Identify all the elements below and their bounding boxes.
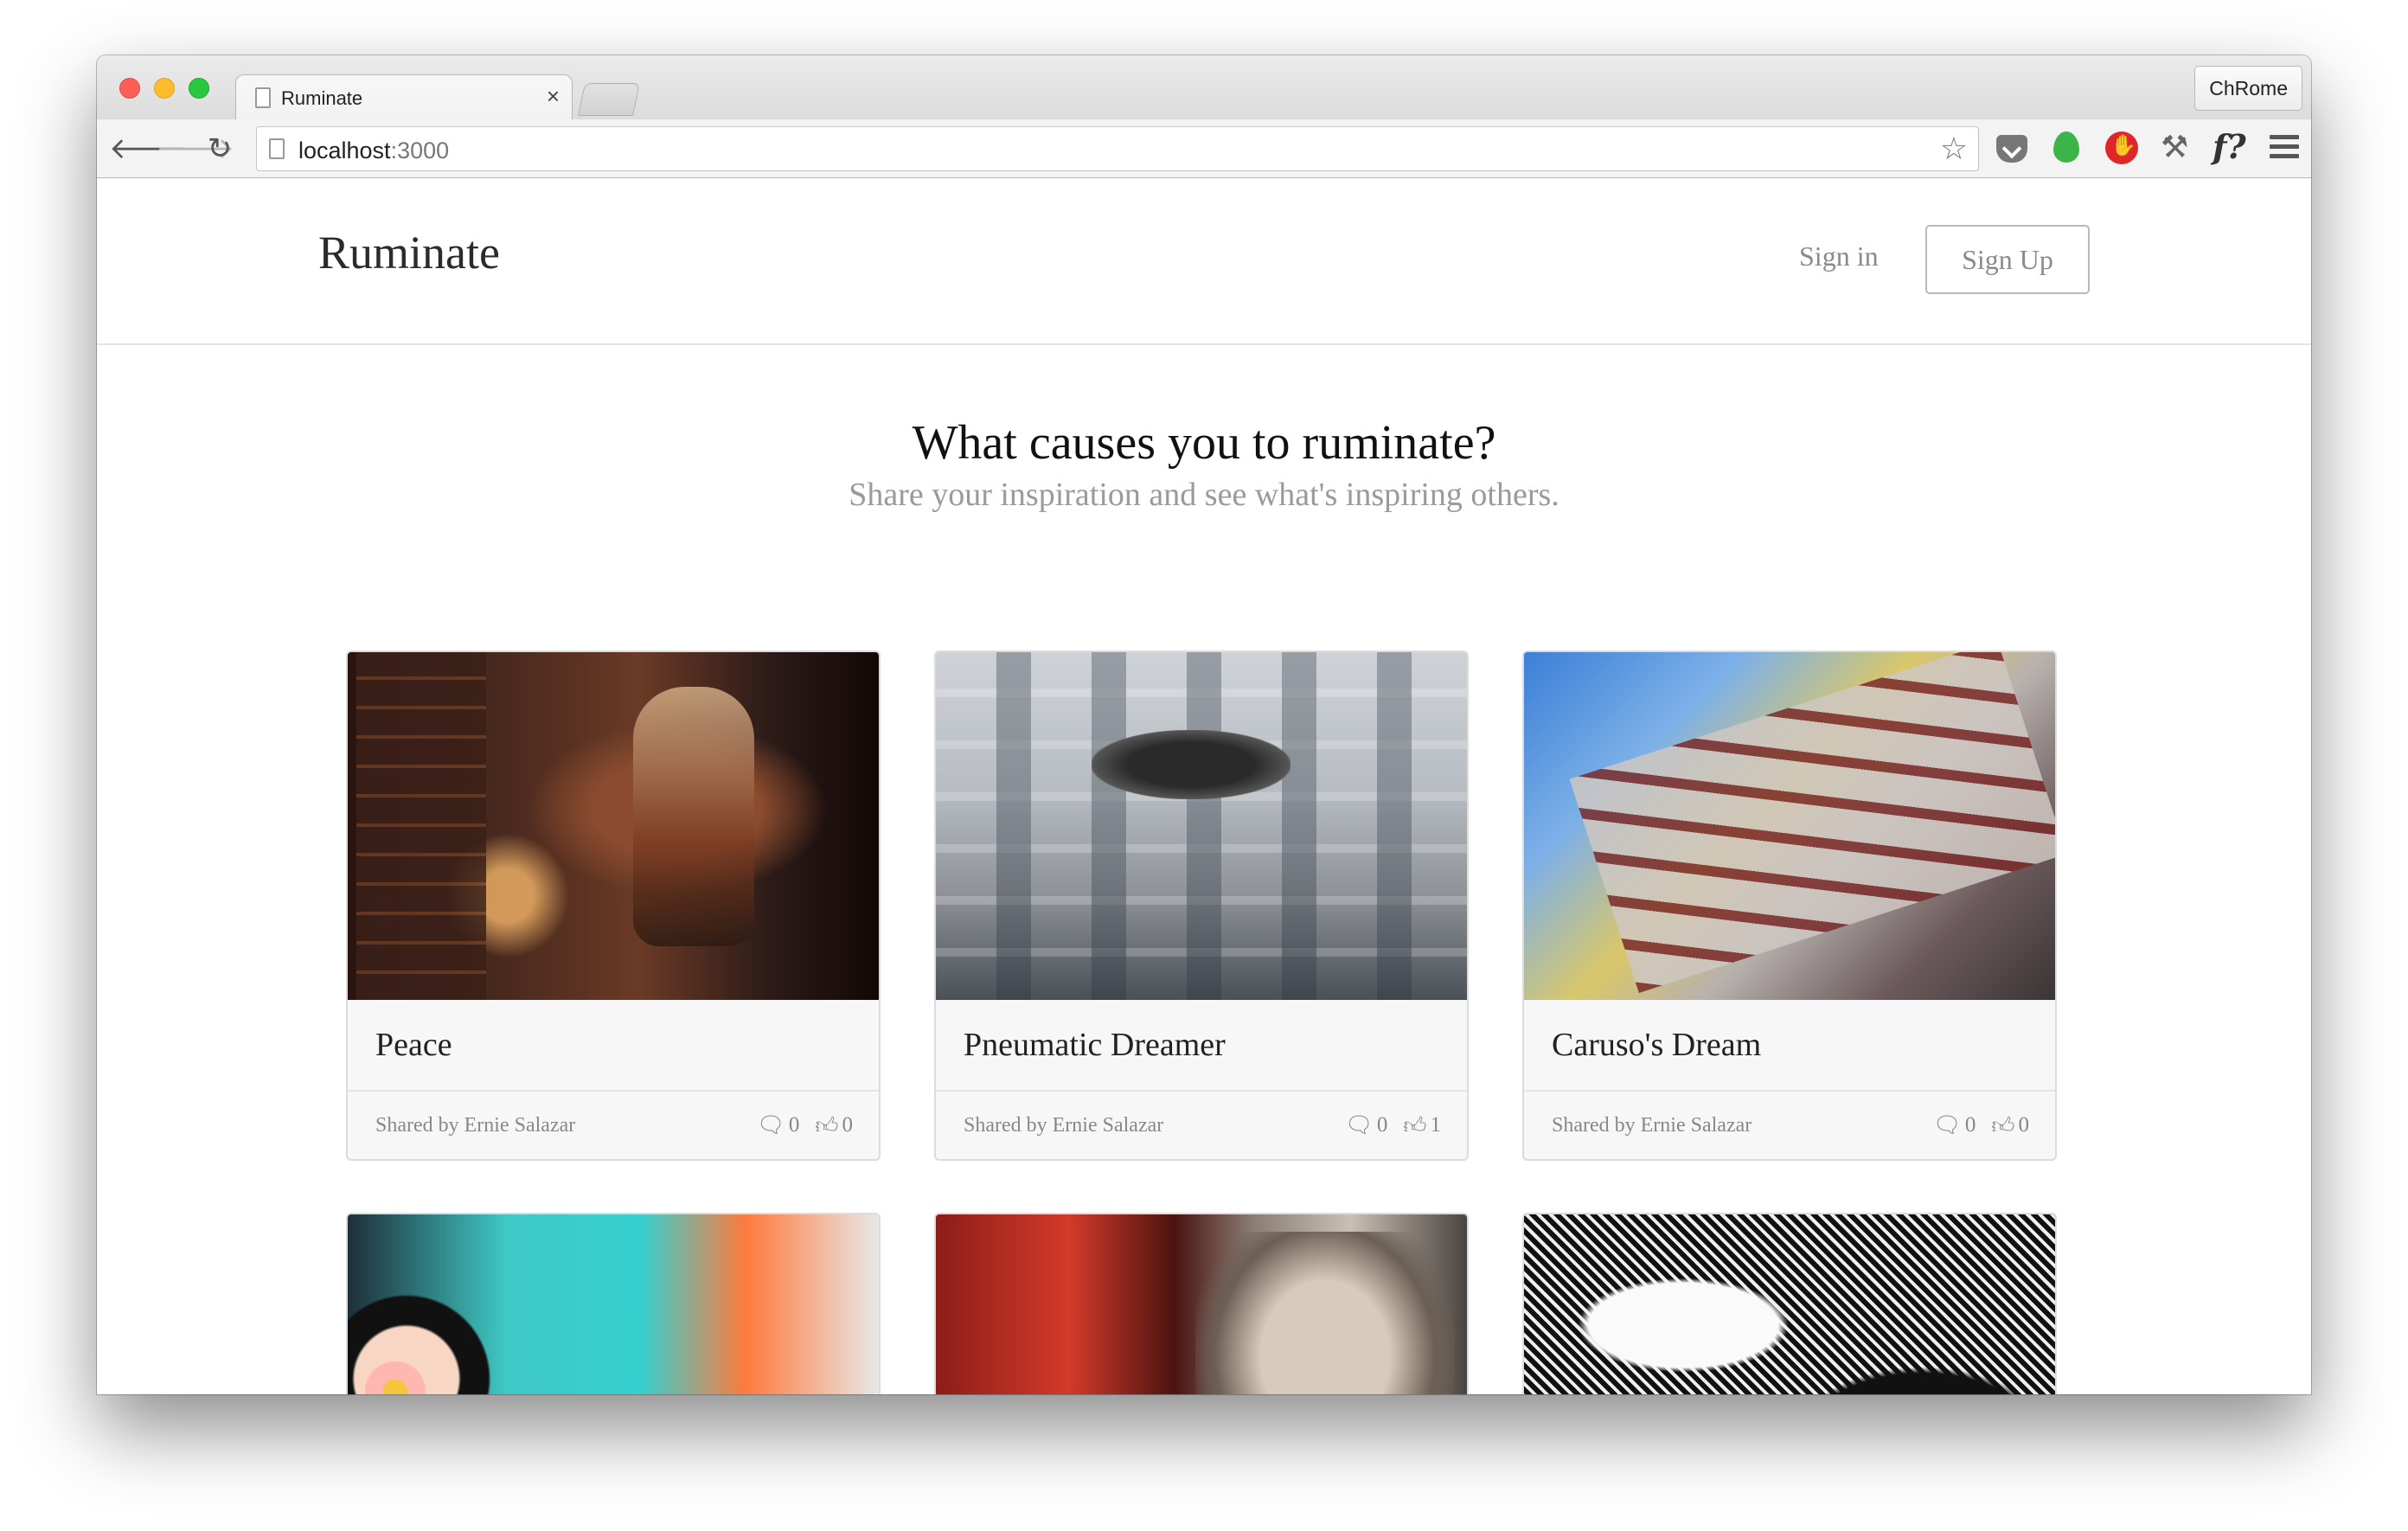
browser-tab[interactable]: Ruminate × — [235, 74, 573, 119]
card-image[interactable] — [1524, 1214, 2055, 1394]
card-stats: 🗨 0 👍︎ 0 — [757, 1112, 853, 1139]
inspiration-card[interactable]: Peace Shared by Ernie Salazar 🗨 0 👍︎ 0 — [346, 650, 881, 1161]
card-stats: 🗨 0 👍︎ 1 — [1345, 1112, 1441, 1139]
title-bar: Ruminate × ChRome — [97, 55, 2311, 119]
document-icon — [255, 87, 271, 108]
url-port: :3000 — [390, 138, 450, 163]
pocket-icon[interactable] — [1996, 135, 2027, 163]
brand-logo[interactable]: Ruminate — [318, 226, 500, 279]
page-info-icon[interactable] — [269, 138, 285, 159]
card-footer: Shared by Ernie Salazar 🗨 0 👍︎ 0 — [348, 1092, 879, 1159]
card-footer: Shared by Ernie Salazar 🗨 0 👍︎ 1 — [936, 1092, 1467, 1159]
card-image[interactable] — [348, 1214, 879, 1394]
tab-title: Ruminate — [281, 87, 363, 109]
minimize-window-button[interactable] — [154, 78, 175, 99]
card-title-row: Pneumatic Dreamer — [936, 1000, 1467, 1092]
comments-stat[interactable]: 🗨 0 — [1345, 1112, 1388, 1138]
comment-icon: 🗨 — [1932, 1112, 1962, 1137]
thumbs-up-icon: 👍︎ — [1991, 1112, 2015, 1138]
thumbs-up-icon: 👍︎ — [1403, 1112, 1427, 1138]
hero-subtitle: Share your inspiration and see what's in… — [849, 477, 1559, 513]
close-window-button[interactable] — [119, 78, 140, 99]
card-title[interactable]: Pneumatic Dreamer — [964, 1026, 1226, 1064]
card-image[interactable] — [936, 1214, 1467, 1394]
site-navbar: Ruminate Sign in Sign Up — [97, 178, 2311, 345]
back-arrow-icon[interactable]: 🡐 — [109, 131, 188, 166]
card-title[interactable]: Peace — [375, 1026, 452, 1064]
likes-stat[interactable]: 👍︎ 0 — [1991, 1112, 2029, 1139]
shared-by: Shared by Ernie Salazar — [1552, 1113, 1752, 1137]
menu-icon[interactable] — [2270, 135, 2299, 161]
like-count: 0 — [842, 1113, 854, 1137]
page-content: Ruminate Sign in Sign Up What causes you… — [97, 178, 2311, 1394]
comment-count: 0 — [1964, 1113, 1976, 1137]
tab-close-button[interactable]: × — [547, 83, 560, 109]
comment-count: 0 — [788, 1113, 800, 1137]
maximize-window-button[interactable] — [189, 78, 209, 99]
card-image[interactable] — [1524, 652, 2055, 1000]
likes-stat[interactable]: 👍︎ 1 — [1403, 1112, 1441, 1139]
adblock-icon[interactable] — [2105, 131, 2138, 164]
hero-title: What causes you to ruminate? — [912, 416, 1496, 470]
reload-icon[interactable]: ↻ — [202, 131, 237, 166]
comments-stat[interactable]: 🗨 0 — [757, 1112, 800, 1138]
shared-by: Shared by Ernie Salazar — [964, 1113, 1164, 1137]
shared-by: Shared by Ernie Salazar — [375, 1113, 576, 1137]
url-text[interactable]: localhost:3000 — [298, 138, 449, 164]
inspiration-card[interactable] — [346, 1213, 881, 1394]
card-stats: 🗨 0 👍︎ 0 — [1933, 1112, 2029, 1139]
card-title-row: Caruso's Dream — [1524, 1000, 2055, 1092]
card-image[interactable] — [348, 652, 879, 1000]
like-count: 0 — [2018, 1113, 2030, 1137]
forward-arrow-icon[interactable]: 🡒 — [156, 131, 234, 166]
comment-icon: 🗨 — [1344, 1112, 1374, 1137]
bookmark-star-icon[interactable]: ☆ — [1940, 132, 1968, 165]
comment-count: 0 — [1376, 1113, 1388, 1137]
evernote-icon[interactable] — [2053, 131, 2079, 163]
thumbs-up-icon: 👍︎ — [815, 1112, 839, 1138]
sign-in-link[interactable]: Sign in — [1799, 240, 1879, 272]
inspiration-card[interactable]: Pneumatic Dreamer Shared by Ernie Salaza… — [934, 650, 1469, 1161]
browser-toolbar: 🡐 🡒 ↻ localhost:3000 ☆ ⚒ f? — [97, 119, 2311, 178]
comments-stat[interactable]: 🗨 0 — [1933, 1112, 1976, 1138]
url-host: localhost — [298, 138, 391, 163]
inspiration-card[interactable]: Caruso's Dream Shared by Ernie Salazar 🗨… — [1522, 650, 2057, 1161]
card-title[interactable]: Caruso's Dream — [1552, 1026, 1761, 1064]
sign-up-button[interactable]: Sign Up — [1925, 225, 2090, 294]
new-tab-button[interactable] — [577, 83, 641, 116]
address-bar[interactable]: localhost:3000 ☆ — [256, 126, 1979, 171]
profile-button[interactable]: ChRome — [2194, 66, 2302, 111]
card-image[interactable] — [936, 652, 1467, 1000]
whatfont-icon[interactable]: f? — [2213, 128, 2246, 166]
inspiration-card[interactable] — [1522, 1213, 2057, 1394]
comment-icon: 🗨 — [756, 1112, 785, 1137]
devtools-icon[interactable]: ⚒ — [2161, 130, 2195, 164]
card-title-row: Peace — [348, 1000, 879, 1092]
card-footer: Shared by Ernie Salazar 🗨 0 👍︎ 0 — [1524, 1092, 2055, 1159]
like-count: 1 — [1430, 1113, 1442, 1137]
browser-window: Ruminate × ChRome 🡐 🡒 ↻ localhost:3000 ☆… — [97, 55, 2311, 1394]
inspiration-card[interactable] — [934, 1213, 1469, 1394]
likes-stat[interactable]: 👍︎ 0 — [815, 1112, 853, 1139]
